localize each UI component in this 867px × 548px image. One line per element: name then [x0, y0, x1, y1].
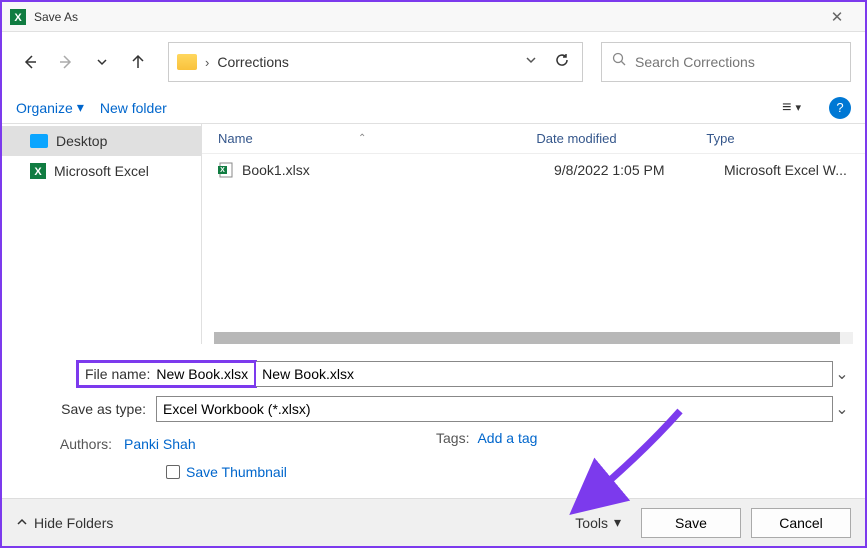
- authors-label: Authors:: [52, 436, 112, 452]
- savetype-dropdown-icon[interactable]: ⌄: [833, 399, 851, 419]
- file-name: Book1.xlsx: [242, 162, 554, 178]
- chevron-down-icon: ▾: [795, 101, 801, 114]
- back-button[interactable]: [16, 48, 44, 76]
- filename-input[interactable]: [256, 361, 833, 387]
- footer: Hide Folders Tools ▾ Save Cancel: [2, 498, 865, 546]
- excel-app-icon: X: [10, 9, 26, 25]
- folder-icon: [177, 54, 197, 70]
- tools-button[interactable]: Tools ▾: [575, 514, 621, 531]
- chevron-down-icon: ▾: [614, 514, 621, 531]
- address-dropdown-icon[interactable]: [524, 53, 538, 72]
- filename-label: File name:: [85, 366, 156, 382]
- hide-folders-button[interactable]: Hide Folders: [16, 515, 113, 531]
- help-button[interactable]: ?: [829, 97, 851, 119]
- tags-label: Tags:: [436, 430, 469, 446]
- savetype-row: Save as type: Excel Workbook (*.xlsx) ⌄: [16, 396, 851, 422]
- thumbnail-label[interactable]: Save Thumbnail: [186, 464, 287, 480]
- organize-button[interactable]: Organize ▾: [16, 99, 84, 116]
- refresh-button[interactable]: [554, 52, 570, 73]
- search-box[interactable]: [601, 42, 851, 82]
- authors-value[interactable]: Panki Shah: [124, 436, 196, 452]
- svg-text:X: X: [14, 12, 22, 24]
- sidebar-item-label: Desktop: [56, 133, 107, 149]
- sort-indicator-icon: ⌃: [358, 133, 366, 144]
- sidebar-item-excel[interactable]: X Microsoft Excel: [2, 156, 201, 186]
- svg-text:X: X: [220, 167, 225, 174]
- sidebar: Desktop X Microsoft Excel: [2, 124, 202, 344]
- thumbnail-checkbox[interactable]: [166, 465, 180, 479]
- file-type: Microsoft Excel W...: [724, 162, 849, 178]
- search-icon: [612, 52, 627, 72]
- thumbnail-row: Save Thumbnail: [16, 446, 851, 490]
- content-area: Desktop X Microsoft Excel Name ⌃ Date mo…: [2, 124, 865, 344]
- file-row[interactable]: X Book1.xlsx 9/8/2022 1:05 PM Microsoft …: [202, 154, 865, 186]
- chevron-down-icon: ▾: [77, 99, 84, 116]
- navigation-bar: › Corrections: [2, 32, 865, 92]
- savetype-label: Save as type:: [16, 401, 156, 417]
- column-type[interactable]: Type: [706, 131, 849, 146]
- close-button[interactable]: ✕: [817, 3, 857, 31]
- chevron-up-icon: [16, 515, 28, 531]
- desktop-icon: [30, 134, 48, 148]
- save-button[interactable]: Save: [641, 508, 741, 538]
- window-title: Save As: [34, 10, 817, 24]
- filename-dropdown-icon[interactable]: ⌄: [833, 364, 851, 384]
- tags-value[interactable]: Add a tag: [477, 430, 537, 446]
- filename-highlight-annotation: File name: New Book.xlsx: [76, 360, 257, 388]
- cancel-button[interactable]: Cancel: [751, 508, 851, 538]
- filename-preview: New Book.xlsx: [156, 366, 248, 382]
- column-headers: Name ⌃ Date modified Type: [202, 124, 865, 154]
- recent-locations-button[interactable]: [88, 48, 116, 76]
- titlebar: X Save As ✕: [2, 2, 865, 32]
- savetype-select[interactable]: Excel Workbook (*.xlsx): [156, 396, 833, 422]
- column-date[interactable]: Date modified: [536, 131, 706, 146]
- new-folder-button[interactable]: New folder: [100, 100, 167, 116]
- save-form: File name: New Book.xlsx ⌄ Save as type:…: [2, 344, 865, 498]
- forward-button[interactable]: [52, 48, 80, 76]
- excel-icon: X: [30, 163, 46, 179]
- address-bar[interactable]: › Corrections: [168, 42, 583, 82]
- file-date: 9/8/2022 1:05 PM: [554, 162, 724, 178]
- filename-row: File name: New Book.xlsx ⌄: [16, 360, 851, 388]
- xlsx-file-icon: X: [218, 162, 234, 178]
- breadcrumb-separator-icon: ›: [205, 55, 209, 70]
- sidebar-item-desktop[interactable]: Desktop: [2, 126, 201, 156]
- column-name[interactable]: Name: [218, 131, 538, 146]
- svg-text:X: X: [34, 166, 42, 178]
- toolbar: Organize ▾ New folder ≡ ▾ ?: [2, 92, 865, 124]
- search-input[interactable]: [635, 54, 840, 70]
- view-options-button[interactable]: ≡ ▾: [782, 99, 801, 117]
- horizontal-scrollbar[interactable]: [214, 332, 853, 344]
- file-rows: X Book1.xlsx 9/8/2022 1:05 PM Microsoft …: [202, 154, 865, 332]
- sidebar-item-label: Microsoft Excel: [54, 163, 149, 179]
- breadcrumb-current[interactable]: Corrections: [217, 54, 516, 70]
- file-list: Name ⌃ Date modified Type X Book1.xlsx 9…: [202, 124, 865, 344]
- up-button[interactable]: [124, 48, 152, 76]
